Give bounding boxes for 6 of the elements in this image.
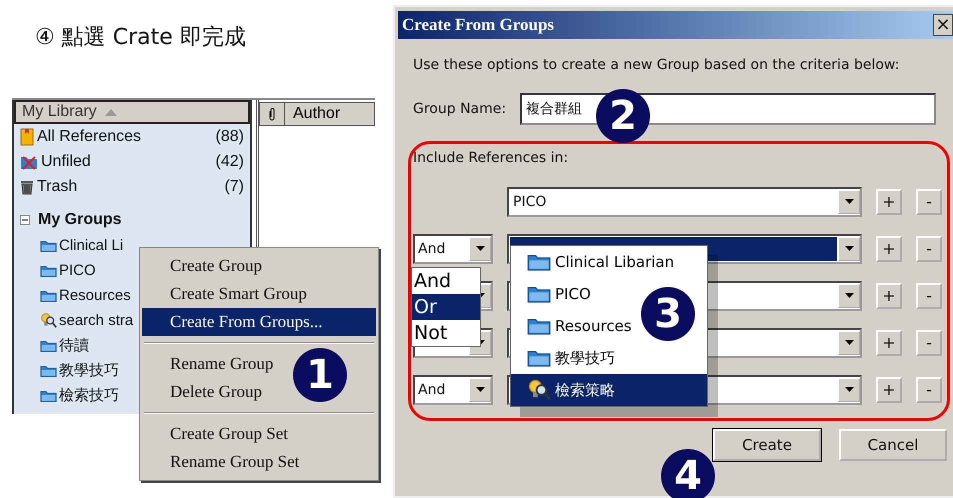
step-caption: ④ 點選 Crate 即完成: [35, 24, 247, 52]
field-label: Group Name:: [413, 101, 506, 117]
instructions-text: Use these options to create a new Group based on the criteria below:: [413, 57, 900, 73]
dialog-title: Create From Groups: [402, 15, 554, 35]
group-heading: My Groups: [38, 211, 122, 229]
section-label: Include References in:: [413, 150, 570, 166]
